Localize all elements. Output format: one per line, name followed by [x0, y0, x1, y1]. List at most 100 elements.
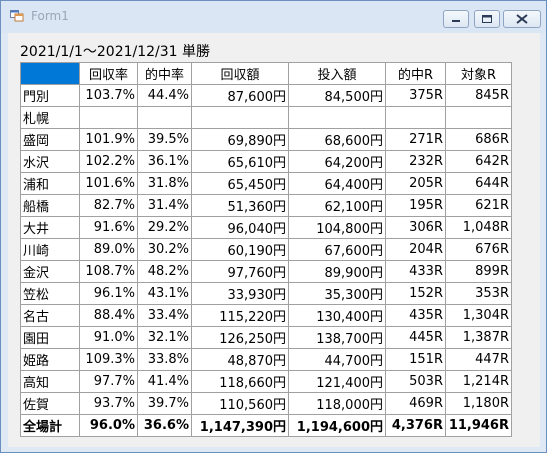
- value-cell[interactable]: 118,000円: [288, 392, 386, 415]
- value-cell[interactable]: 126,250円: [191, 326, 289, 349]
- value-cell[interactable]: 101.9%: [79, 128, 138, 151]
- venue-cell[interactable]: 佐賀: [20, 392, 80, 415]
- value-cell[interactable]: 306R: [385, 216, 446, 239]
- column-header[interactable]: 対象R: [445, 62, 512, 85]
- value-cell[interactable]: 30.2%: [137, 238, 192, 261]
- venue-cell[interactable]: 川崎: [20, 238, 80, 261]
- table-row[interactable]: 姫路 109.3% 33.8% 48,870円 44,700円 151R 447R: [20, 348, 512, 371]
- table-row[interactable]: 川崎 89.0% 30.2% 60,190円 67,600円 204R 676R: [20, 238, 512, 261]
- grid-corner-cell[interactable]: [20, 62, 80, 85]
- results-grid[interactable]: 回収率 的中率 回収額 投入額 的中R 対象R 門別 103.7% 44.4% 87,…: [20, 62, 512, 437]
- value-cell[interactable]: 39.5%: [137, 128, 192, 151]
- value-cell[interactable]: [288, 106, 386, 129]
- value-cell[interactable]: 151R: [385, 348, 446, 371]
- value-cell[interactable]: 91.0%: [79, 326, 138, 349]
- value-cell[interactable]: 96,040円: [191, 216, 289, 239]
- value-cell[interactable]: 35,300円: [288, 282, 386, 305]
- table-row[interactable]: 佐賀 93.7% 39.7% 110,560円 118,000円 469R 1,180R: [20, 392, 512, 415]
- value-cell[interactable]: [445, 106, 512, 129]
- venue-cell[interactable]: 大井: [20, 216, 80, 239]
- column-header[interactable]: 回収率: [79, 62, 138, 85]
- value-cell[interactable]: 4,376R: [385, 414, 446, 437]
- value-cell[interactable]: 31.8%: [137, 172, 192, 195]
- value-cell[interactable]: 33,930円: [191, 282, 289, 305]
- column-header[interactable]: 的中R: [385, 62, 446, 85]
- value-cell[interactable]: 41.4%: [137, 370, 192, 393]
- table-row[interactable]: 大井 91.6% 29.2% 96,040円 104,800円 306R 1,048R: [20, 216, 512, 239]
- value-cell[interactable]: 11,946R: [445, 414, 512, 437]
- title-bar[interactable]: Form1: [1, 1, 546, 33]
- value-cell[interactable]: 62,100円: [288, 194, 386, 217]
- value-cell[interactable]: 89.0%: [79, 238, 138, 261]
- value-cell[interactable]: 642R: [445, 150, 512, 173]
- venue-cell[interactable]: 全場計: [20, 414, 80, 437]
- table-row[interactable]: 名古 88.4% 33.4% 115,220円 130,400円 435R 1,304R: [20, 304, 512, 327]
- table-row[interactable]: 水沢 102.2% 36.1% 65,610円 64,200円 232R 642R: [20, 150, 512, 173]
- value-cell[interactable]: 118,660円: [191, 370, 289, 393]
- value-cell[interactable]: 205R: [385, 172, 446, 195]
- value-cell[interactable]: 644R: [445, 172, 512, 195]
- table-row[interactable]: 門別 103.7% 44.4% 87,600円 84,500円 375R 845R: [20, 84, 512, 107]
- value-cell[interactable]: 130,400円: [288, 304, 386, 327]
- total-row[interactable]: 全場計 96.0% 36.6% 1,147,390円 1,194,600円 4,376R 1…: [20, 414, 512, 437]
- value-cell[interactable]: 353R: [445, 282, 512, 305]
- value-cell[interactable]: 101.6%: [79, 172, 138, 195]
- value-cell[interactable]: 69,890円: [191, 128, 289, 151]
- table-row[interactable]: 船橋 82.7% 31.4% 51,360円 62,100円 195R 621R: [20, 194, 512, 217]
- value-cell[interactable]: 445R: [385, 326, 446, 349]
- value-cell[interactable]: 676R: [445, 238, 512, 261]
- value-cell[interactable]: 65,610円: [191, 150, 289, 173]
- value-cell[interactable]: 1,304R: [445, 304, 512, 327]
- venue-cell[interactable]: 園田: [20, 326, 80, 349]
- value-cell[interactable]: 503R: [385, 370, 446, 393]
- venue-cell[interactable]: 門別: [20, 84, 80, 107]
- value-cell[interactable]: 36.6%: [137, 414, 192, 437]
- value-cell[interactable]: 84,500円: [288, 84, 386, 107]
- value-cell[interactable]: 115,220円: [191, 304, 289, 327]
- venue-cell[interactable]: 札幌: [20, 106, 80, 129]
- value-cell[interactable]: 51,360円: [191, 194, 289, 217]
- value-cell[interactable]: 204R: [385, 238, 446, 261]
- value-cell[interactable]: 109.3%: [79, 348, 138, 371]
- value-cell[interactable]: 469R: [385, 392, 446, 415]
- value-cell[interactable]: 108.7%: [79, 260, 138, 283]
- value-cell[interactable]: 65,450円: [191, 172, 289, 195]
- value-cell[interactable]: [79, 106, 138, 129]
- value-cell[interactable]: 67,600円: [288, 238, 386, 261]
- venue-cell[interactable]: 高知: [20, 370, 80, 393]
- table-row[interactable]: 笠松 96.1% 43.1% 33,930円 35,300円 152R 353R: [20, 282, 512, 305]
- value-cell[interactable]: 33.8%: [137, 348, 192, 371]
- value-cell[interactable]: 89,900円: [288, 260, 386, 283]
- value-cell[interactable]: 60,190円: [191, 238, 289, 261]
- value-cell[interactable]: 44,700円: [288, 348, 386, 371]
- value-cell[interactable]: 103.7%: [79, 84, 138, 107]
- table-row[interactable]: 浦和 101.6% 31.8% 65,450円 64,400円 205R 644R: [20, 172, 512, 195]
- value-cell[interactable]: 29.2%: [137, 216, 192, 239]
- value-cell[interactable]: [137, 106, 192, 129]
- value-cell[interactable]: 110,560円: [191, 392, 289, 415]
- value-cell[interactable]: 138,700円: [288, 326, 386, 349]
- value-cell[interactable]: 104,800円: [288, 216, 386, 239]
- value-cell[interactable]: 97.7%: [79, 370, 138, 393]
- table-row[interactable]: 園田 91.0% 32.1% 126,250円 138,700円 445R 1,387R: [20, 326, 512, 349]
- value-cell[interactable]: [191, 106, 289, 129]
- value-cell[interactable]: 1,180R: [445, 392, 512, 415]
- value-cell[interactable]: 48.2%: [137, 260, 192, 283]
- value-cell[interactable]: 64,400円: [288, 172, 386, 195]
- column-header[interactable]: 回収額: [191, 62, 289, 85]
- value-cell[interactable]: 686R: [445, 128, 512, 151]
- close-button[interactable]: [503, 10, 541, 28]
- column-header[interactable]: 的中率: [137, 62, 192, 85]
- value-cell[interactable]: 96.1%: [79, 282, 138, 305]
- venue-cell[interactable]: 名古: [20, 304, 80, 327]
- value-cell[interactable]: 33.4%: [137, 304, 192, 327]
- value-cell[interactable]: 36.1%: [137, 150, 192, 173]
- venue-cell[interactable]: 笠松: [20, 282, 80, 305]
- minimize-button[interactable]: [443, 10, 469, 28]
- value-cell[interactable]: 44.4%: [137, 84, 192, 107]
- value-cell[interactable]: 91.6%: [79, 216, 138, 239]
- value-cell[interactable]: 88.4%: [79, 304, 138, 327]
- value-cell[interactable]: 82.7%: [79, 194, 138, 217]
- value-cell[interactable]: 121,400円: [288, 370, 386, 393]
- value-cell[interactable]: 68,600円: [288, 128, 386, 151]
